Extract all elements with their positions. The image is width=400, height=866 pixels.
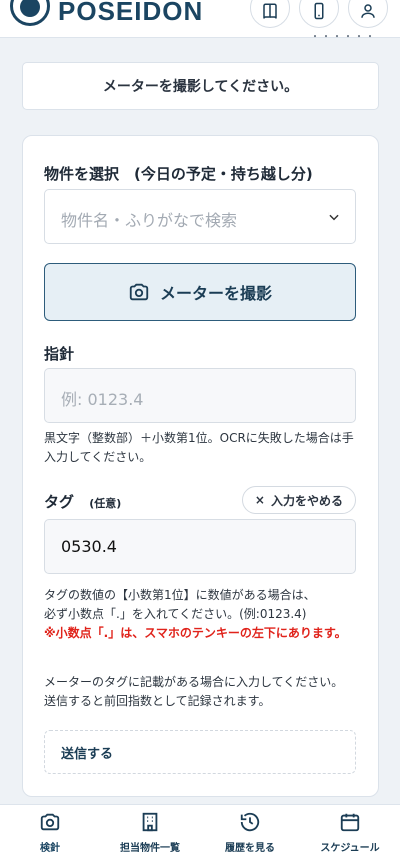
tag-note: メーターのタグに記載がある場合に入力してください。 送信すると前回指数として記録… bbox=[44, 673, 362, 711]
notice-banner: メーターを撮影してください。 bbox=[22, 62, 379, 110]
nav-meter-reading-label: 検針 bbox=[40, 843, 60, 854]
property-select[interactable]: 物件名・ふりがなで検索 bbox=[44, 189, 356, 244]
camera-icon bbox=[129, 283, 149, 301]
building-icon bbox=[142, 812, 158, 832]
property-select-placeholder: 物件名・ふりがなで検索 bbox=[61, 211, 238, 230]
tag-input[interactable]: 0530.4 bbox=[44, 519, 356, 574]
tag-label-text: タグ bbox=[44, 493, 75, 511]
nav-schedule-label: スケジュール bbox=[320, 843, 380, 854]
manual-button[interactable] bbox=[250, 0, 290, 28]
tag-label: タグ (任意) bbox=[44, 491, 121, 512]
tag-value: 0530.4 bbox=[61, 537, 117, 556]
property-label: 物件を選択 (今日の予定・持ち越し分) bbox=[44, 165, 313, 183]
bottom-nav: 検針 担当物件一覧 履歴を見る スケジュール bbox=[0, 804, 400, 866]
history-icon bbox=[240, 812, 260, 832]
nav-schedule[interactable]: スケジュール bbox=[300, 811, 400, 863]
submit-button[interactable]: 送信する bbox=[44, 730, 356, 774]
tag-note-line-1: メーターのタグに記載がある場合に入力してください。 bbox=[44, 675, 344, 689]
reading-input[interactable]: 例: 0123.4 bbox=[44, 368, 356, 423]
device-button[interactable] bbox=[299, 0, 339, 28]
nav-meter-reading[interactable]: 検針 bbox=[0, 811, 100, 863]
phone-icon bbox=[314, 2, 324, 20]
reading-placeholder: 例: 0123.4 bbox=[61, 390, 144, 409]
nav-properties[interactable]: 担当物件一覧 bbox=[100, 811, 200, 863]
reading-help: 黒文字（整数部）＋小数第1位。OCRに失敗した場合は手入力してください。 bbox=[44, 431, 354, 464]
meter-reading-form: 物件を選択 (今日の予定・持ち越し分) 物件名・ふりがなで検索 メーターを撮影 … bbox=[22, 135, 379, 797]
user-icon bbox=[361, 4, 375, 18]
account-button[interactable] bbox=[348, 0, 388, 28]
chevron-down-icon bbox=[329, 214, 339, 221]
nav-properties-label: 担当物件一覧 bbox=[120, 843, 180, 854]
app-header: POSEIDON ・・・・・・ bbox=[0, 0, 400, 43]
header-sub-text: ・・・・・・ bbox=[310, 32, 376, 43]
capture-meter-button[interactable]: メーターを撮影 bbox=[44, 263, 356, 321]
tag-help-line-2: 必ず小数点「.」を入れてください。(例:0123.4) bbox=[44, 607, 307, 621]
logo-mark bbox=[10, 0, 50, 26]
calendar-icon bbox=[340, 813, 360, 832]
tag-help-line-1: タグの数値の【小数第1位】に数値がある場合は、 bbox=[44, 588, 316, 602]
tag-help: タグの数値の【小数第1位】に数値がある場合は、 必ず小数点「.」を入れてください… bbox=[44, 586, 362, 643]
tag-warning: ※小数点「.」は、スマホのテンキーの左下にあります。 bbox=[44, 626, 347, 640]
tag-note-line-2: 送信すると前回指数として記録されます。 bbox=[44, 694, 271, 708]
nav-history[interactable]: 履歴を見る bbox=[200, 811, 300, 863]
tag-optional: (任意) bbox=[89, 497, 122, 510]
nav-history-label: 履歴を見る bbox=[225, 843, 275, 854]
camera-icon bbox=[40, 813, 60, 831]
close-icon: × bbox=[254, 493, 265, 507]
reading-label: 指針 bbox=[44, 345, 75, 363]
cancel-input-button[interactable]: × 入力をやめる bbox=[241, 486, 356, 514]
capture-meter-label: メーターを撮影 bbox=[159, 284, 272, 303]
cancel-input-label: 入力をやめる bbox=[270, 493, 343, 508]
logo-text: POSEIDON bbox=[58, 0, 204, 26]
book-icon bbox=[263, 3, 277, 19]
